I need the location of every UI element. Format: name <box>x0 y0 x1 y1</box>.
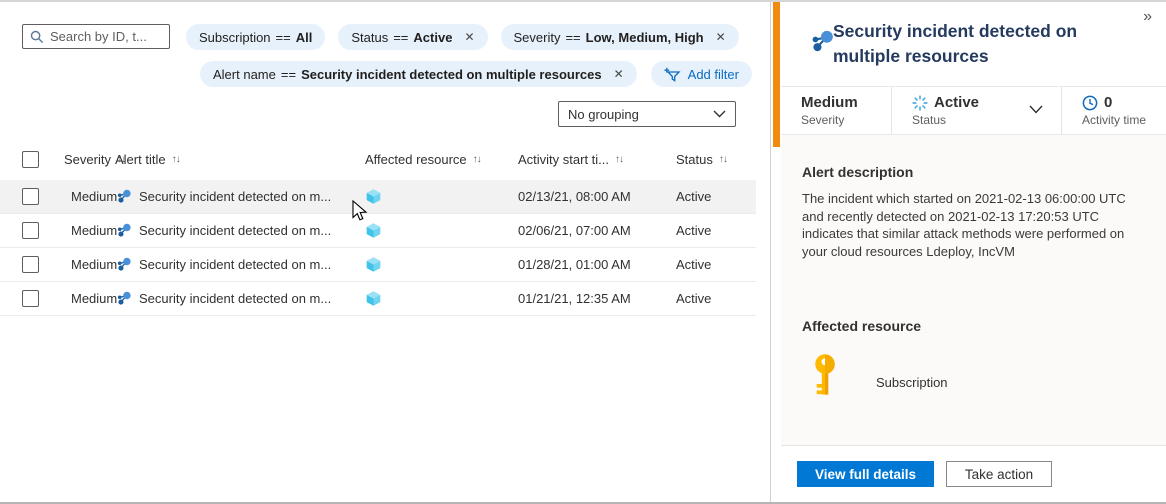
search-placeholder: Search by ID, t... <box>50 29 147 44</box>
subscription-key-icon <box>809 353 841 402</box>
column-header-affected-resource[interactable]: Affected resource↑↓ <box>365 152 518 167</box>
incident-icon <box>115 290 132 307</box>
activity-start-time: 02/13/21, 08:00 AM <box>518 180 676 213</box>
affected-resource-heading: Affected resource <box>802 318 921 334</box>
severity-summary: Medium Severity <box>781 87 891 134</box>
table-body: Medium Security incident detected on m..… <box>0 180 756 316</box>
close-icon[interactable]: ✕ <box>716 30 726 44</box>
column-header-status[interactable]: Status↑↓ <box>676 152 755 167</box>
column-header-severity[interactable]: Severity↑↓ <box>64 152 115 167</box>
table-row[interactable]: Medium Security incident detected on m..… <box>0 214 756 248</box>
activity-label: Activity time <box>1082 113 1166 127</box>
incident-icon <box>115 222 132 239</box>
severity-label: Severity <box>801 113 891 127</box>
incident-icon <box>115 256 132 273</box>
alerts-table: Severity↑↓ Alert title↑↓ Affected resour… <box>0 145 756 316</box>
sort-icon: ↑↓ <box>615 154 623 165</box>
sort-icon: ↑↓ <box>172 154 180 165</box>
panel-status-strip: Medium Severity <box>781 87 1166 135</box>
resource-cube-icon <box>365 256 382 273</box>
filter-pill-alert-name[interactable]: Alert name == Security incident detected… <box>200 61 637 87</box>
search-input[interactable]: Search by ID, t... <box>22 24 170 49</box>
status-value: Active <box>676 180 755 213</box>
mouse-cursor <box>352 200 369 224</box>
alerts-list-area: Search by ID, t... Subscription == All S… <box>0 2 770 502</box>
filter-pill-severity[interactable]: Severity == Low, Medium, High ✕ <box>501 24 739 50</box>
alert-title: Security incident detected on m... <box>139 257 331 272</box>
row-checkbox[interactable] <box>22 222 39 239</box>
table-row[interactable]: Medium Security incident detected on m..… <box>0 180 756 214</box>
severity-accent-bar <box>773 2 780 147</box>
select-all-checkbox[interactable] <box>22 151 39 168</box>
close-icon[interactable]: ✕ <box>464 30 474 44</box>
status-value: Active <box>676 248 755 281</box>
search-icon <box>30 30 44 44</box>
alert-description-text: The incident which started on 2021-02-13… <box>802 190 1147 260</box>
chevron-down-icon[interactable] <box>1029 102 1043 117</box>
clock-icon <box>1082 95 1098 111</box>
panel-body: Alert description The incident which sta… <box>781 135 1166 445</box>
activity-start-time: 02/06/21, 07:00 AM <box>518 214 676 247</box>
severity-value: Medium <box>801 94 891 111</box>
grouping-dropdown[interactable]: No grouping <box>558 101 736 127</box>
sort-icon: ↑↓ <box>473 154 481 165</box>
status-value: Active <box>676 214 755 247</box>
affected-resource-name: Subscription <box>876 375 948 390</box>
sort-icon: ↑↓ <box>719 154 727 165</box>
panel-title: Security incident detected on multiple r… <box>833 19 1113 69</box>
table-row[interactable]: Medium Security incident detected on m..… <box>0 248 756 282</box>
column-header-activity-start[interactable]: Activity start ti...↑↓ <box>518 152 676 167</box>
take-action-button[interactable]: Take action <box>946 461 1052 487</box>
filter-pill-status[interactable]: Status == Active ✕ <box>338 24 487 50</box>
activity-start-time: 01/21/21, 12:35 AM <box>518 282 676 315</box>
alert-detail-panel: Security incident detected on multiple r… <box>770 2 1166 502</box>
column-header-alert-title[interactable]: Alert title↑↓ <box>115 152 365 167</box>
table-header-row: Severity↑↓ Alert title↑↓ Affected resour… <box>0 145 756 173</box>
row-checkbox[interactable] <box>22 290 39 307</box>
status-summary[interactable]: Active Status <box>891 87 1061 134</box>
view-full-details-button[interactable]: View full details <box>797 461 934 487</box>
alert-title: Security incident detected on m... <box>139 223 331 238</box>
active-status-icon <box>912 95 928 111</box>
close-icon[interactable]: ✕ <box>614 67 624 81</box>
filter-pill-subscription[interactable]: Subscription == All <box>186 24 325 50</box>
panel-header: Security incident detected on multiple r… <box>781 2 1166 87</box>
filter-pills-row-1: Subscription == All Status == Active ✕ S… <box>186 24 739 50</box>
alert-title: Security incident detected on m... <box>139 291 331 306</box>
resource-cube-icon <box>365 222 382 239</box>
collapse-panel-icon[interactable]: » <box>1143 8 1152 26</box>
filter-pills-row-2: Alert name == Security incident detected… <box>200 61 752 87</box>
add-filter-button[interactable]: Add filter <box>651 61 752 87</box>
alert-title: Security incident detected on m... <box>139 189 331 204</box>
resource-cube-icon <box>365 290 382 307</box>
status-value: Active <box>676 282 755 315</box>
row-checkbox[interactable] <box>22 188 39 205</box>
incident-icon <box>115 188 132 205</box>
activity-start-time: 01/28/21, 01:00 AM <box>518 248 676 281</box>
add-filter-icon <box>664 67 681 82</box>
activity-summary: 0 Activity time <box>1061 87 1166 134</box>
status-value: Active <box>934 94 979 111</box>
activity-count: 0 <box>1104 94 1112 111</box>
row-checkbox[interactable] <box>22 256 39 273</box>
chevron-down-icon <box>713 110 726 118</box>
incident-icon <box>808 28 835 58</box>
panel-footer: View full details Take action <box>781 445 1166 502</box>
grouping-selected: No grouping <box>568 107 639 122</box>
table-row[interactable]: Medium Security incident detected on m..… <box>0 282 756 316</box>
alert-description-heading: Alert description <box>802 164 913 180</box>
security-alerts-page: Search by ID, t... Subscription == All S… <box>0 0 1166 504</box>
